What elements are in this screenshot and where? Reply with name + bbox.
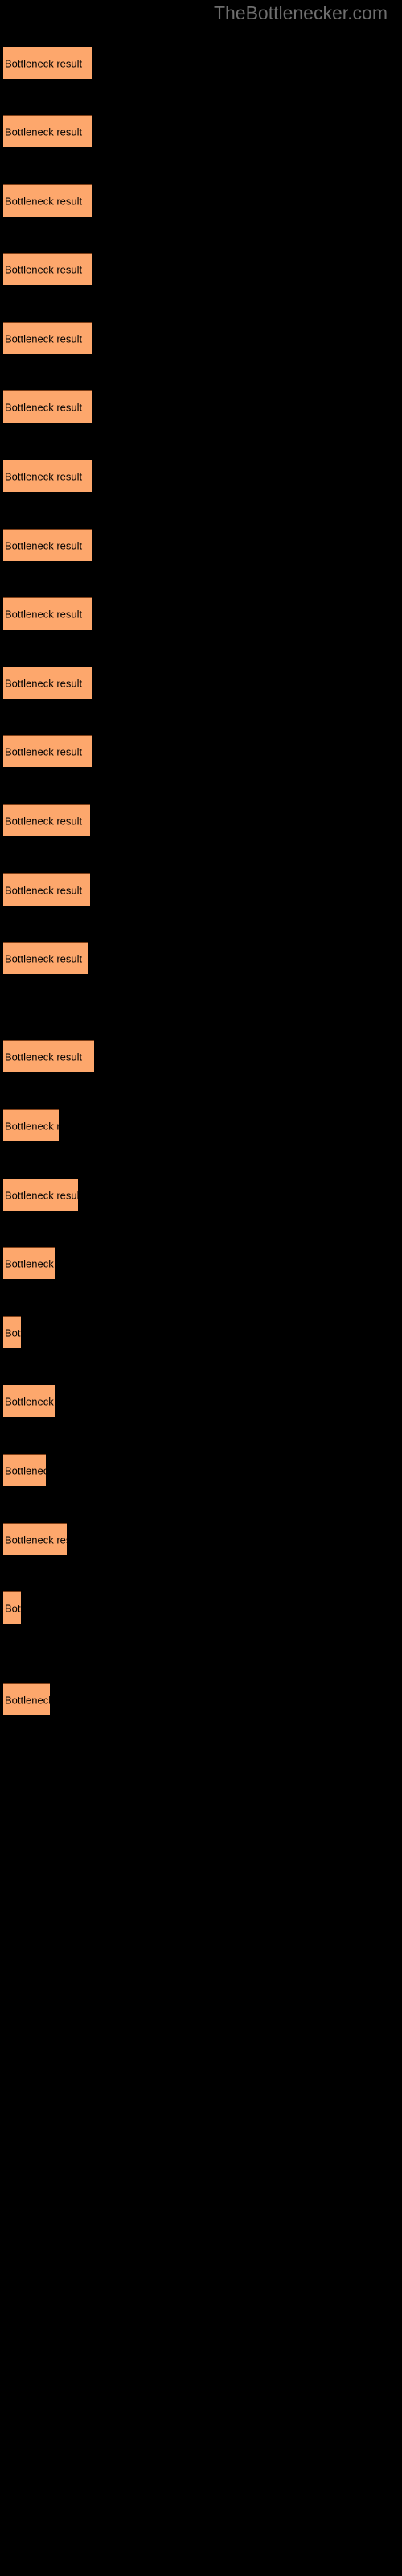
bar-label: Bottleneck result xyxy=(5,884,83,896)
bar-label: Bottleneck result xyxy=(5,470,83,482)
bar-label: Bottleneck result xyxy=(5,1189,78,1201)
bar-label: Bottleneck result xyxy=(5,1120,59,1132)
bottleneck-result-bar[interactable]: Bottleneck result xyxy=(3,1523,67,1555)
bottleneck-result-bar[interactable]: Bottleneck result xyxy=(3,184,92,217)
bottleneck-result-bar[interactable]: Bottleneck result xyxy=(3,529,92,561)
bottleneck-result-bar[interactable]: Bottleneck result xyxy=(3,115,92,147)
bar-label: Bottleneck result xyxy=(5,1464,46,1476)
bar-label: Bottleneck result xyxy=(5,745,83,758)
bottleneck-result-bar[interactable]: Bottleneck result xyxy=(3,1247,55,1279)
bottleneck-result-bar[interactable]: Bottleneck result xyxy=(3,1454,46,1486)
bottleneck-bar-chart: Bottleneck result Bottleneck result Bottle… xyxy=(0,0,402,2576)
bottleneck-result-bar[interactable]: Bottleneck result xyxy=(3,460,92,492)
bar-label: Bottleneck result xyxy=(5,332,83,345)
bottleneck-result-bar[interactable]: Bottleneck result xyxy=(3,667,92,699)
bar-label: Bottleneck result xyxy=(5,195,83,207)
bar-label: Bottleneck result xyxy=(5,608,83,620)
bottleneck-result-bar[interactable]: Bottleneck result xyxy=(3,1179,78,1211)
bottleneck-result-bar[interactable]: Bottleneck result xyxy=(3,47,92,79)
bar-label: Bottleneck result xyxy=(5,815,83,827)
bottleneck-result-bar[interactable]: Bottleneck result xyxy=(3,322,92,354)
bar-label: Bottleneck result xyxy=(5,952,83,964)
bottleneck-result-bar[interactable]: Bottleneck result xyxy=(3,1591,21,1624)
bar-label: Bottleneck result xyxy=(5,1051,83,1063)
bar-label: Bottleneck result xyxy=(5,1395,55,1407)
bar-label: Bottleneck result xyxy=(5,1534,67,1546)
bottleneck-result-bar[interactable]: Bottleneck result xyxy=(3,597,92,630)
bar-label: Bottleneck result xyxy=(5,539,83,551)
bottleneck-result-bar[interactable]: Bottleneck result xyxy=(3,804,90,836)
bar-label: Bottleneck result xyxy=(5,677,83,689)
bottleneck-result-bar[interactable]: Bottleneck result xyxy=(3,1683,50,1715)
bottleneck-result-bar[interactable]: Bottleneck result xyxy=(3,253,92,285)
bottleneck-result-bar[interactable]: Bottleneck result xyxy=(3,942,88,974)
bottleneck-result-bar[interactable]: Bottleneck result xyxy=(3,1316,21,1348)
bottleneck-result-bar[interactable]: Bottleneck result xyxy=(3,1109,59,1141)
bar-label: Bottleneck result xyxy=(5,1602,21,1614)
bar-label: Bottleneck result xyxy=(5,1257,55,1269)
bottleneck-result-bar[interactable]: Bottleneck result xyxy=(3,390,92,423)
bar-label: Bottleneck result xyxy=(5,263,83,275)
bar-label: Bottleneck result xyxy=(5,126,83,138)
bottleneck-result-bar[interactable]: Bottleneck result xyxy=(3,1385,55,1417)
bar-label: Bottleneck result xyxy=(5,57,83,69)
bar-label: Bottleneck result xyxy=(5,1327,21,1339)
bottleneck-result-bar[interactable]: Bottleneck result xyxy=(3,1040,94,1072)
bar-label: Bottleneck result xyxy=(5,401,83,413)
page-root: TheBottlenecker.com Bottleneck result Bot… xyxy=(0,0,402,2576)
bottleneck-result-bar[interactable]: Bottleneck result xyxy=(3,735,92,767)
bottleneck-result-bar[interactable]: Bottleneck result xyxy=(3,873,90,906)
bar-label: Bottleneck result xyxy=(5,1694,50,1706)
